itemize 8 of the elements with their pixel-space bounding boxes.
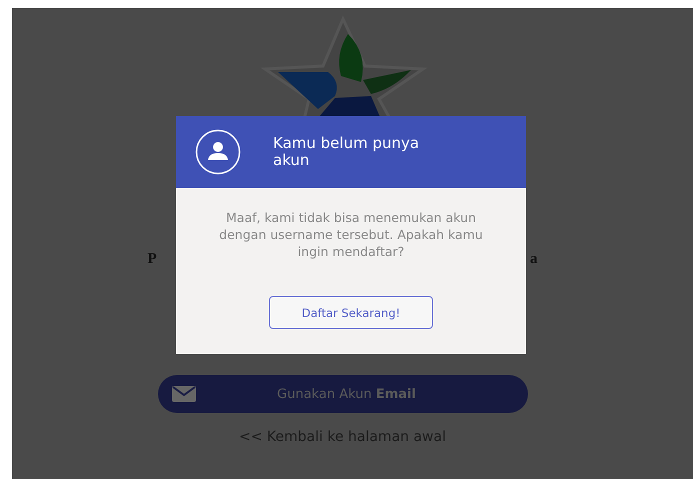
register-button[interactable]: Daftar Sekarang! xyxy=(269,296,433,329)
modal-message: Maaf, kami tidak bisa menemukan akun dengan username tersebut. Apakah kamu ingin mendaftar? xyxy=(218,209,484,260)
heading-text: a xyxy=(530,251,538,268)
envelope-icon xyxy=(172,386,196,402)
modal-title: Kamu belum punya akun xyxy=(273,135,420,169)
email-login-button[interactable]: Gunakan Akun Email xyxy=(158,375,528,413)
user-icon xyxy=(195,129,241,175)
heading-text: P xyxy=(148,251,157,268)
